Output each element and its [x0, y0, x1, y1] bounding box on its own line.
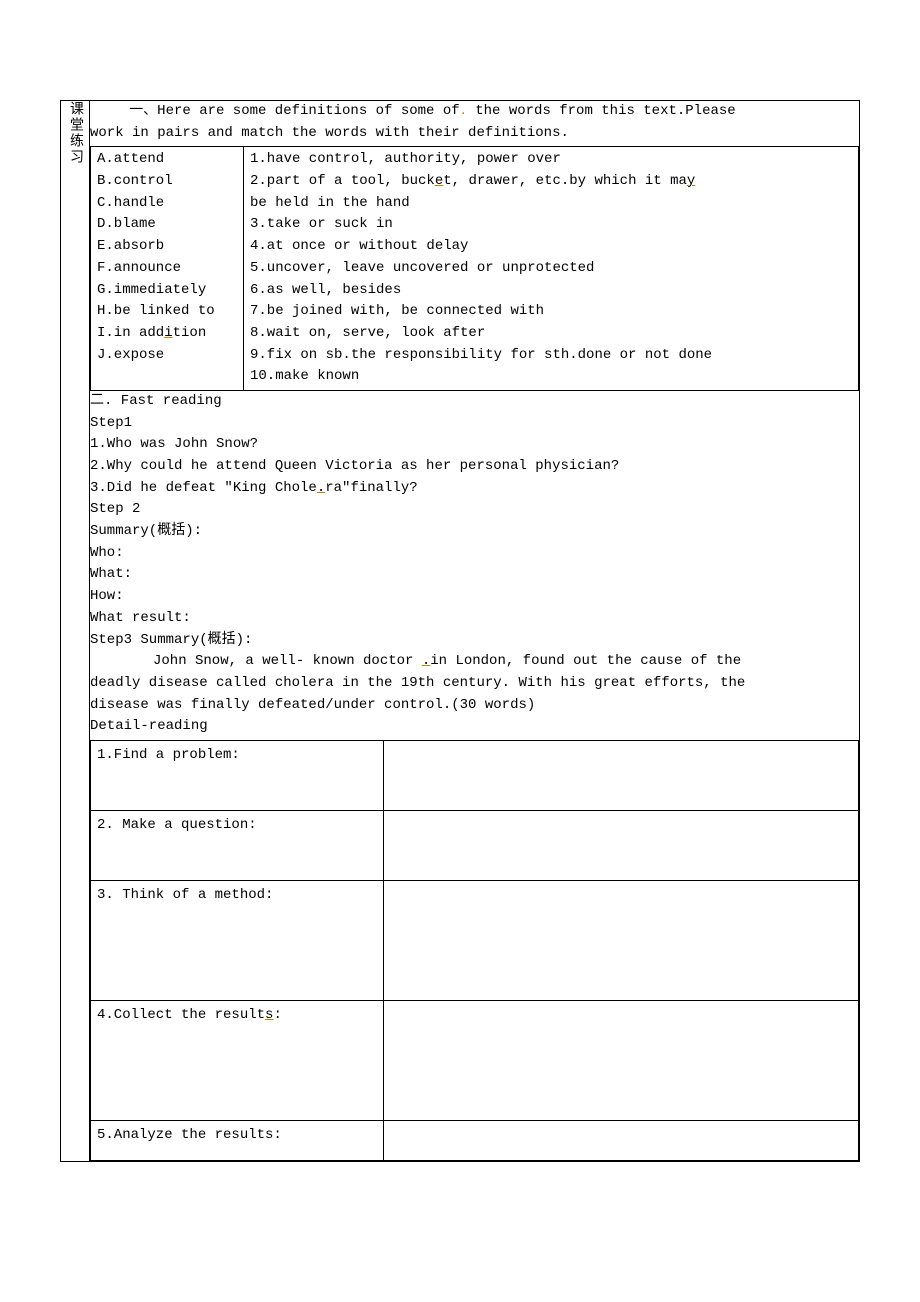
summary-field: Who:: [90, 543, 859, 565]
vocab-def: 4.at once or without delay: [250, 236, 852, 258]
detail-table: 1.Find a problem: 2. Make a question: 3.…: [90, 740, 859, 1161]
vocab-def: be held in the hand: [250, 193, 852, 215]
vocab-word: F.announce: [97, 258, 237, 280]
vocab-def: 1.have control, authority, power over: [250, 149, 852, 171]
detail-step-answer: [384, 1000, 859, 1120]
vocab-def: 10.make known: [250, 366, 852, 388]
vocab-table: A.attend B.control C.handle D.blame E.ab…: [90, 146, 859, 391]
summary-heading: Summary(概括):: [90, 521, 859, 543]
vocab-defs-cell: 1.have control, authority, power over 2.…: [244, 147, 859, 391]
step-label: Step3 Summary(概括):: [90, 630, 859, 652]
summary-paragraph: John Snow, a well- known doctor .in Lond…: [90, 651, 859, 673]
summary-field: How:: [90, 586, 859, 608]
vocab-word: I.in addition: [97, 323, 237, 345]
detail-step-label: 2. Make a question:: [91, 810, 384, 880]
question: 2.Why could he attend Queen Victoria as …: [90, 456, 859, 478]
vocab-def: 5.uncover, leave uncovered or unprotecte…: [250, 258, 852, 280]
worksheet-table: 课堂练习 一、Here are some definitions of some…: [60, 100, 860, 1162]
section-label-cell: 课堂练习: [61, 101, 90, 1162]
vocab-def: 9.fix on sb.the responsibility for sth.d…: [250, 345, 852, 367]
detail-step-label: 3. Think of a method:: [91, 880, 384, 1000]
summary-field: What result:: [90, 608, 859, 630]
vocab-word: G.immediately: [97, 280, 237, 302]
detail-step-label: 1.Find a problem:: [91, 740, 384, 810]
section-heading: 二. Fast reading: [90, 391, 859, 413]
detail-step-label: 4.Collect the results:: [91, 1000, 384, 1120]
summary-paragraph: deadly disease called cholera in the 19t…: [90, 673, 859, 695]
detail-step-answer: [384, 1120, 859, 1160]
vocab-word: H.be linked to: [97, 301, 237, 323]
step-label: Step1: [90, 413, 859, 435]
step-label: Step 2: [90, 499, 859, 521]
section-label: 课堂练习: [65, 101, 85, 165]
question: 1.Who was John Snow?: [90, 434, 859, 456]
detail-step-answer: [384, 810, 859, 880]
detail-heading: Detail-reading: [90, 716, 859, 738]
vocab-word: E.absorb: [97, 236, 237, 258]
detail-step-answer: [384, 880, 859, 1000]
vocab-word: C.handle: [97, 193, 237, 215]
detail-step-answer: [384, 740, 859, 810]
question: 3.Did he defeat "King Chole.ra"finally?: [90, 478, 859, 500]
vocab-word: D.blame: [97, 214, 237, 236]
vocab-def: 2.part of a tool, bucket, drawer, etc.by…: [250, 171, 852, 193]
vocab-def: 3.take or suck in: [250, 214, 852, 236]
vocab-word: B.control: [97, 171, 237, 193]
intro-line-2: work in pairs and match the words with t…: [90, 123, 859, 145]
vocab-word: J.expose: [97, 345, 237, 367]
summary-field: What:: [90, 564, 859, 586]
summary-paragraph: disease was finally defeated/under contr…: [90, 695, 859, 717]
vocab-word: A.attend: [97, 149, 237, 171]
vocab-def: 8.wait on, serve, look after: [250, 323, 852, 345]
content-cell: 一、Here are some definitions of some of. …: [90, 101, 860, 1162]
vocab-words-cell: A.attend B.control C.handle D.blame E.ab…: [91, 147, 244, 391]
vocab-def: 7.be joined with, be connected with: [250, 301, 852, 323]
detail-step-label: 5.Analyze the results:: [91, 1120, 384, 1160]
vocab-def: 6.as well, besides: [250, 280, 852, 302]
dot-icon: .: [460, 104, 467, 118]
intro-line-1: 一、Here are some definitions of some of. …: [90, 101, 859, 123]
